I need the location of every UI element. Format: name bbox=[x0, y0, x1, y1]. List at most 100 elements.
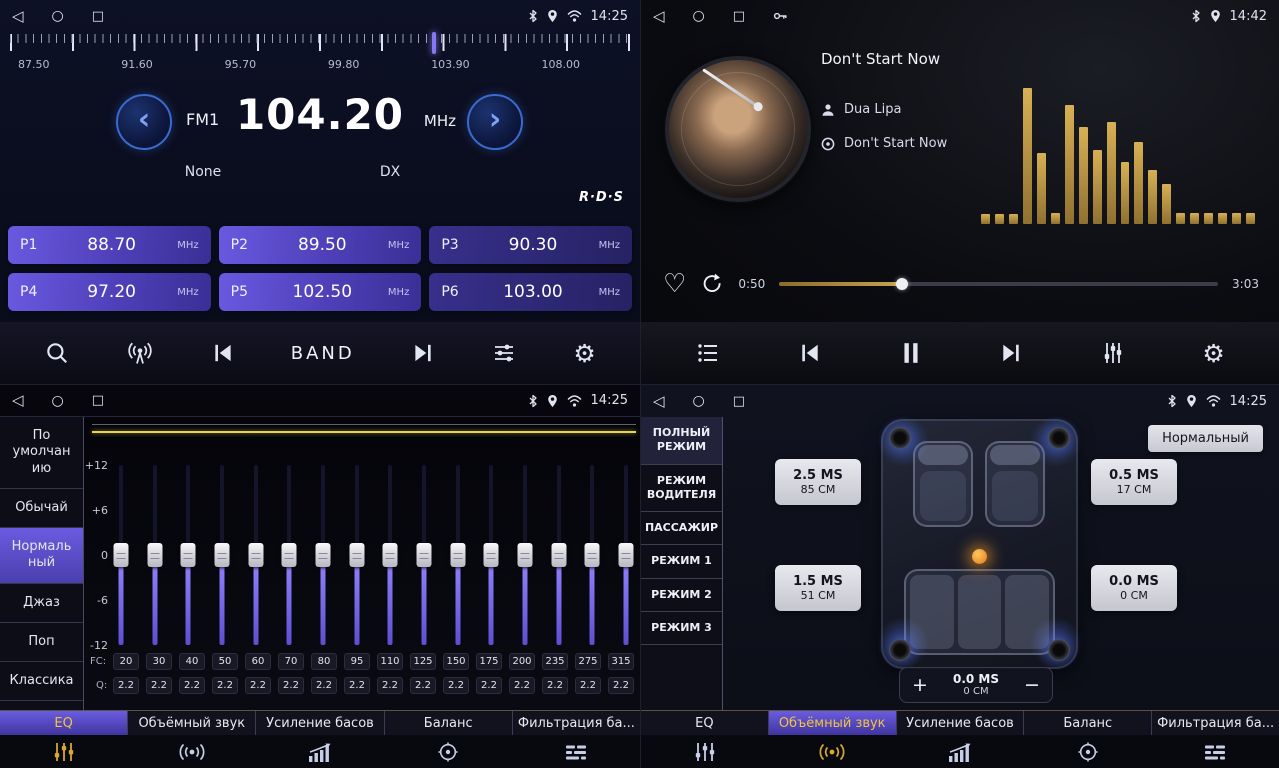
eq-band-slider[interactable] bbox=[180, 465, 196, 645]
eq-band-slider[interactable] bbox=[315, 465, 331, 645]
pause-icon[interactable] bbox=[900, 341, 922, 365]
tab-item[interactable]: Объёмный звук bbox=[128, 711, 256, 735]
preset-button[interactable]: P3 90.30 MHz bbox=[429, 226, 632, 264]
slider-knob[interactable] bbox=[181, 543, 196, 567]
filter-tab-icon[interactable] bbox=[512, 744, 640, 761]
surround-tab-icon[interactable] bbox=[128, 743, 256, 761]
slider-knob[interactable] bbox=[551, 543, 566, 567]
settings-gear-icon[interactable]: ⚙ bbox=[1202, 341, 1224, 366]
nav-back-button[interactable]: ◁ bbox=[653, 9, 665, 24]
eq-band-slider[interactable] bbox=[551, 465, 567, 645]
nav-back-button[interactable]: ◁ bbox=[12, 9, 24, 24]
slider-knob[interactable] bbox=[114, 543, 129, 567]
slider-knob[interactable] bbox=[248, 543, 263, 567]
bass-boost-tab-icon[interactable] bbox=[896, 743, 1024, 762]
eq-band-slider[interactable] bbox=[382, 465, 398, 645]
eq-preset-item[interactable]: Джаз bbox=[0, 584, 83, 623]
nav-back-button[interactable]: ◁ bbox=[12, 393, 24, 408]
eq-band-slider[interactable] bbox=[483, 465, 499, 645]
eq-preset-item[interactable]: Рок bbox=[0, 701, 83, 710]
slider-knob[interactable] bbox=[450, 543, 465, 567]
sound-profile-button[interactable]: Нормальный bbox=[1148, 425, 1263, 452]
tab-item[interactable]: Усиление басов bbox=[256, 711, 384, 735]
eq-band-slider[interactable] bbox=[618, 465, 634, 645]
eq-band-slider[interactable] bbox=[450, 465, 466, 645]
next-track-icon[interactable] bbox=[998, 342, 1024, 364]
tab-item[interactable]: Усиление басов bbox=[897, 711, 1025, 735]
repeat-icon[interactable] bbox=[700, 272, 724, 296]
eq-band-slider[interactable] bbox=[147, 465, 163, 645]
nav-recents-button[interactable]: □ bbox=[92, 394, 104, 407]
nav-recents-button[interactable]: □ bbox=[733, 10, 745, 23]
tune-up-button[interactable]: › bbox=[467, 94, 523, 150]
slider-knob[interactable] bbox=[214, 543, 229, 567]
balance-tab-icon[interactable] bbox=[384, 742, 512, 762]
playlist-icon[interactable] bbox=[695, 341, 721, 365]
nav-recents-button[interactable]: □ bbox=[733, 395, 745, 408]
eq-band-slider[interactable] bbox=[517, 465, 533, 645]
nav-home-button[interactable]: ○ bbox=[52, 9, 64, 23]
surround-tab-icon[interactable] bbox=[769, 743, 897, 761]
listening-mode-item[interactable]: РЕЖИМ 1 bbox=[641, 545, 722, 578]
listening-mode-item[interactable]: РЕЖИМ 2 bbox=[641, 579, 722, 612]
previous-station-icon[interactable] bbox=[211, 342, 235, 364]
nav-recents-button[interactable]: □ bbox=[92, 10, 104, 23]
delay-decrease-button[interactable]: − bbox=[1018, 672, 1046, 698]
listening-mode-item[interactable]: РЕЖИМ ВОДИТЕЛЯ bbox=[641, 465, 722, 513]
eq-preset-item[interactable]: Поп bbox=[0, 623, 83, 662]
eq-band-slider[interactable] bbox=[113, 465, 129, 645]
eq-preset-item[interactable]: По умолчанию bbox=[0, 417, 83, 489]
next-station-icon[interactable] bbox=[411, 342, 435, 364]
eq-preset-item[interactable]: Классика bbox=[0, 662, 83, 701]
slider-knob[interactable] bbox=[147, 543, 162, 567]
delay-increase-button[interactable]: + bbox=[906, 672, 934, 698]
listening-mode-item[interactable]: ПОЛНЫЙ РЕЖИМ bbox=[641, 417, 722, 465]
nav-back-button[interactable]: ◁ bbox=[653, 394, 665, 409]
tab-item[interactable]: Фильтрация ба... bbox=[513, 711, 640, 735]
slider-knob[interactable] bbox=[618, 543, 633, 567]
slider-knob[interactable] bbox=[282, 543, 297, 567]
seek-bar[interactable] bbox=[779, 282, 1218, 286]
favorite-icon[interactable]: ♡ bbox=[663, 271, 686, 297]
balance-tab-icon[interactable] bbox=[1024, 742, 1152, 762]
tab-item[interactable]: Баланс bbox=[1024, 711, 1152, 735]
previous-track-icon[interactable] bbox=[797, 342, 823, 364]
delay-rear-left-button[interactable]: 1.5 MS 51 CM bbox=[775, 565, 861, 611]
nav-home-button[interactable]: ○ bbox=[693, 394, 705, 408]
eq-band-slider[interactable] bbox=[584, 465, 600, 645]
listening-position-dot[interactable] bbox=[972, 549, 987, 564]
settings-gear-icon[interactable]: ⚙ bbox=[573, 341, 595, 366]
nav-home-button[interactable]: ○ bbox=[52, 394, 64, 408]
search-icon[interactable] bbox=[44, 340, 70, 366]
tab-item[interactable]: EQ bbox=[641, 711, 769, 735]
band-button[interactable]: BAND bbox=[291, 343, 355, 364]
listening-mode-item[interactable]: ПАССАЖИР bbox=[641, 512, 722, 545]
tab-item[interactable]: Фильтрация ба... bbox=[1152, 711, 1279, 735]
eq-preset-item[interactable]: Нормальный bbox=[0, 528, 83, 584]
nav-home-button[interactable]: ○ bbox=[693, 9, 705, 23]
frequency-scale[interactable]: 87.5091.6095.7099.80103.90108.00 bbox=[10, 34, 630, 84]
preset-button[interactable]: P2 89.50 MHz bbox=[219, 226, 422, 264]
slider-knob[interactable] bbox=[585, 543, 600, 567]
eq-band-slider[interactable] bbox=[281, 465, 297, 645]
tab-item[interactable]: Объёмный звук bbox=[769, 711, 897, 735]
slider-knob[interactable] bbox=[349, 543, 364, 567]
seek-bar-knob[interactable] bbox=[896, 278, 908, 290]
eq-band-slider[interactable] bbox=[248, 465, 264, 645]
eq-tab-icon[interactable] bbox=[0, 742, 128, 762]
equalizer-settings-icon[interactable] bbox=[1100, 341, 1126, 365]
delay-rear-right-button[interactable]: 0.0 MS 0 CM bbox=[1091, 565, 1177, 611]
listening-mode-item[interactable]: РЕЖИМ 3 bbox=[641, 612, 722, 645]
slider-knob[interactable] bbox=[383, 543, 398, 567]
slider-knob[interactable] bbox=[315, 543, 330, 567]
delay-front-left-button[interactable]: 2.5 MS 85 CM bbox=[775, 459, 861, 505]
broadcast-scan-icon[interactable] bbox=[126, 340, 154, 366]
tab-item[interactable]: Баланс bbox=[385, 711, 513, 735]
preset-button[interactable]: P4 97.20 MHz bbox=[8, 273, 211, 311]
slider-knob[interactable] bbox=[484, 543, 499, 567]
bass-boost-tab-icon[interactable] bbox=[256, 743, 384, 762]
delay-front-right-button[interactable]: 0.5 MS 17 CM bbox=[1091, 459, 1177, 505]
preset-button[interactable]: P6 103.00 MHz bbox=[429, 273, 632, 311]
tab-item[interactable]: EQ bbox=[0, 711, 128, 735]
eq-preset-item[interactable]: Обычай bbox=[0, 489, 83, 528]
